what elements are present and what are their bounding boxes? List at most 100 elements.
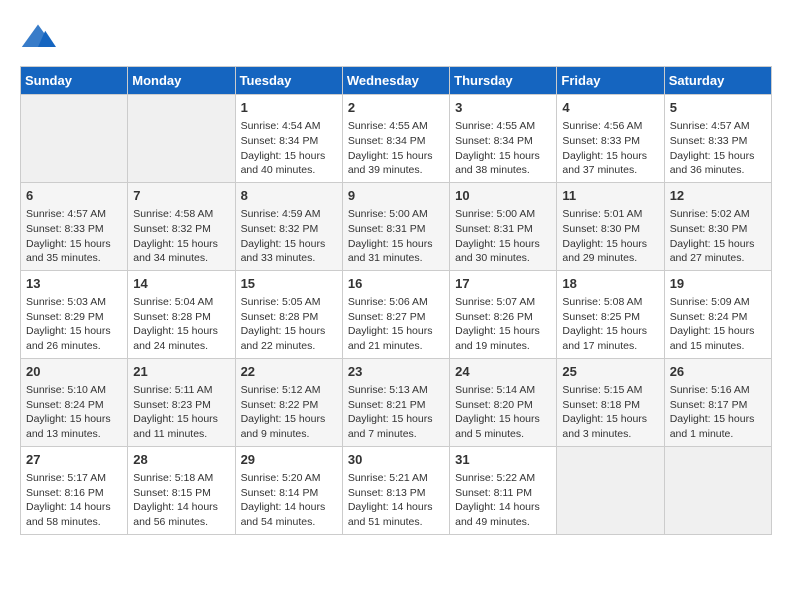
calendar-cell: 24 Sunrise: 5:14 AMSunset: 8:20 PMDayligh… — [450, 358, 557, 446]
sunrise-text: Sunrise: 5:14 AM — [455, 383, 551, 398]
sunset-text: Sunset: 8:28 PM — [133, 310, 229, 325]
sunrise-text: Sunrise: 5:16 AM — [670, 383, 766, 398]
daylight-text: Daylight: 14 hours and 49 minutes. — [455, 500, 551, 529]
sunset-text: Sunset: 8:29 PM — [26, 310, 122, 325]
calendar-cell: 6Sunrise: 4:57 AMSunset: 8:33 PMDaylight… — [21, 182, 128, 270]
daylight-text: Daylight: 15 hours and 30 minutes. — [455, 237, 551, 266]
sunrise-text: Sunrise: 4:56 AM — [562, 119, 658, 134]
sunrise-text: Sunrise: 4:54 AM — [241, 119, 337, 134]
sunset-text: Sunset: 8:27 PM — [348, 310, 444, 325]
weekday-header: Wednesday — [342, 67, 449, 95]
weekday-header: Sunday — [21, 67, 128, 95]
daylight-text: Daylight: 15 hours and 7 minutes. — [348, 412, 444, 441]
sunset-text: Sunset: 8:33 PM — [26, 222, 122, 237]
day-number: 14 — [133, 275, 229, 293]
daylight-text: Daylight: 15 hours and 22 minutes. — [241, 324, 337, 353]
calendar-cell: 7Sunrise: 4:58 AMSunset: 8:32 PMDaylight… — [128, 182, 235, 270]
daylight-text: Daylight: 15 hours and 29 minutes. — [562, 237, 658, 266]
day-number: 13 — [26, 275, 122, 293]
daylight-text: Daylight: 15 hours and 5 minutes. — [455, 412, 551, 441]
sunrise-text: Sunrise: 5:01 AM — [562, 207, 658, 222]
page-header — [20, 20, 772, 56]
calendar-cell: 31Sunrise: 5:22 AMSunset: 8:11 PMDayligh… — [450, 446, 557, 534]
sunrise-text: Sunrise: 5:18 AM — [133, 471, 229, 486]
daylight-text: Daylight: 15 hours and 17 minutes. — [562, 324, 658, 353]
calendar-cell: 21Sunrise: 5:11 AMSunset: 8:23 PMDayligh… — [128, 358, 235, 446]
daylight-text: Daylight: 15 hours and 33 minutes. — [241, 237, 337, 266]
calendar-cell: 3Sunrise: 4:55 AMSunset: 8:34 PMDaylight… — [450, 95, 557, 183]
sunrise-text: Sunrise: 4:57 AM — [26, 207, 122, 222]
sunset-text: Sunset: 8:31 PM — [455, 222, 551, 237]
calendar-cell: 23Sunrise: 5:13 AMSunset: 8:21 PMDayligh… — [342, 358, 449, 446]
sunset-text: Sunset: 8:32 PM — [241, 222, 337, 237]
sunrise-text: Sunrise: 5:03 AM — [26, 295, 122, 310]
calendar-cell: 2Sunrise: 4:55 AMSunset: 8:34 PMDaylight… — [342, 95, 449, 183]
sunset-text: Sunset: 8:20 PM — [455, 398, 551, 413]
calendar-cell — [128, 95, 235, 183]
day-number: 21 — [133, 363, 229, 381]
day-number: 17 — [455, 275, 551, 293]
calendar-cell: 10Sunrise: 5:00 AMSunset: 8:31 PMDayligh… — [450, 182, 557, 270]
sunset-text: Sunset: 8:25 PM — [562, 310, 658, 325]
day-number: 18 — [562, 275, 658, 293]
sunrise-text: Sunrise: 5:15 AM — [562, 383, 658, 398]
daylight-text: Daylight: 15 hours and 15 minutes. — [670, 324, 766, 353]
sunset-text: Sunset: 8:14 PM — [241, 486, 337, 501]
weekday-header: Saturday — [664, 67, 771, 95]
calendar-cell: 4Sunrise: 4:56 AMSunset: 8:33 PMDaylight… — [557, 95, 664, 183]
calendar-table: SundayMondayTuesdayWednesdayThursdayFrid… — [20, 66, 772, 535]
calendar-cell: 25Sunrise: 5:15 AMSunset: 8:18 PMDayligh… — [557, 358, 664, 446]
sunset-text: Sunset: 8:13 PM — [348, 486, 444, 501]
sunset-text: Sunset: 8:34 PM — [348, 134, 444, 149]
daylight-text: Daylight: 15 hours and 13 minutes. — [26, 412, 122, 441]
sunrise-text: Sunrise: 5:08 AM — [562, 295, 658, 310]
day-number: 28 — [133, 451, 229, 469]
day-number: 9 — [348, 187, 444, 205]
daylight-text: Daylight: 14 hours and 51 minutes. — [348, 500, 444, 529]
day-number: 3 — [455, 99, 551, 117]
sunset-text: Sunset: 8:33 PM — [670, 134, 766, 149]
day-number: 1 — [241, 99, 337, 117]
daylight-text: Daylight: 15 hours and 35 minutes. — [26, 237, 122, 266]
day-number: 16 — [348, 275, 444, 293]
sunset-text: Sunset: 8:16 PM — [26, 486, 122, 501]
day-number: 27 — [26, 451, 122, 469]
sunrise-text: Sunrise: 5:20 AM — [241, 471, 337, 486]
daylight-text: Daylight: 15 hours and 34 minutes. — [133, 237, 229, 266]
daylight-text: Daylight: 15 hours and 9 minutes. — [241, 412, 337, 441]
daylight-text: Daylight: 15 hours and 31 minutes. — [348, 237, 444, 266]
calendar-cell: 28Sunrise: 5:18 AMSunset: 8:15 PMDayligh… — [128, 446, 235, 534]
calendar-week-row: 27Sunrise: 5:17 AMSunset: 8:16 PMDayligh… — [21, 446, 772, 534]
daylight-text: Daylight: 15 hours and 24 minutes. — [133, 324, 229, 353]
day-number: 24 — [455, 363, 551, 381]
day-number: 2 — [348, 99, 444, 117]
sunrise-text: Sunrise: 5:22 AM — [455, 471, 551, 486]
sunrise-text: Sunrise: 4:55 AM — [348, 119, 444, 134]
sunset-text: Sunset: 8:30 PM — [670, 222, 766, 237]
sunrise-text: Sunrise: 5:04 AM — [133, 295, 229, 310]
day-number: 5 — [670, 99, 766, 117]
sunrise-text: Sunrise: 5:11 AM — [133, 383, 229, 398]
calendar-cell: 26Sunrise: 5:16 AMSunset: 8:17 PMDayligh… — [664, 358, 771, 446]
sunset-text: Sunset: 8:15 PM — [133, 486, 229, 501]
daylight-text: Daylight: 15 hours and 27 minutes. — [670, 237, 766, 266]
sunrise-text: Sunrise: 4:58 AM — [133, 207, 229, 222]
day-number: 11 — [562, 187, 658, 205]
sunrise-text: Sunrise: 5:13 AM — [348, 383, 444, 398]
daylight-text: Daylight: 14 hours and 54 minutes. — [241, 500, 337, 529]
daylight-text: Daylight: 15 hours and 11 minutes. — [133, 412, 229, 441]
weekday-header: Monday — [128, 67, 235, 95]
daylight-text: Daylight: 15 hours and 1 minute. — [670, 412, 766, 441]
sunrise-text: Sunrise: 5:07 AM — [455, 295, 551, 310]
day-number: 4 — [562, 99, 658, 117]
weekday-header: Friday — [557, 67, 664, 95]
sunset-text: Sunset: 8:24 PM — [670, 310, 766, 325]
sunrise-text: Sunrise: 4:55 AM — [455, 119, 551, 134]
sunrise-text: Sunrise: 5:09 AM — [670, 295, 766, 310]
sunset-text: Sunset: 8:24 PM — [26, 398, 122, 413]
logo-icon — [20, 20, 56, 56]
sunrise-text: Sunrise: 5:10 AM — [26, 383, 122, 398]
day-number: 30 — [348, 451, 444, 469]
sunset-text: Sunset: 8:34 PM — [455, 134, 551, 149]
sunrise-text: Sunrise: 5:12 AM — [241, 383, 337, 398]
